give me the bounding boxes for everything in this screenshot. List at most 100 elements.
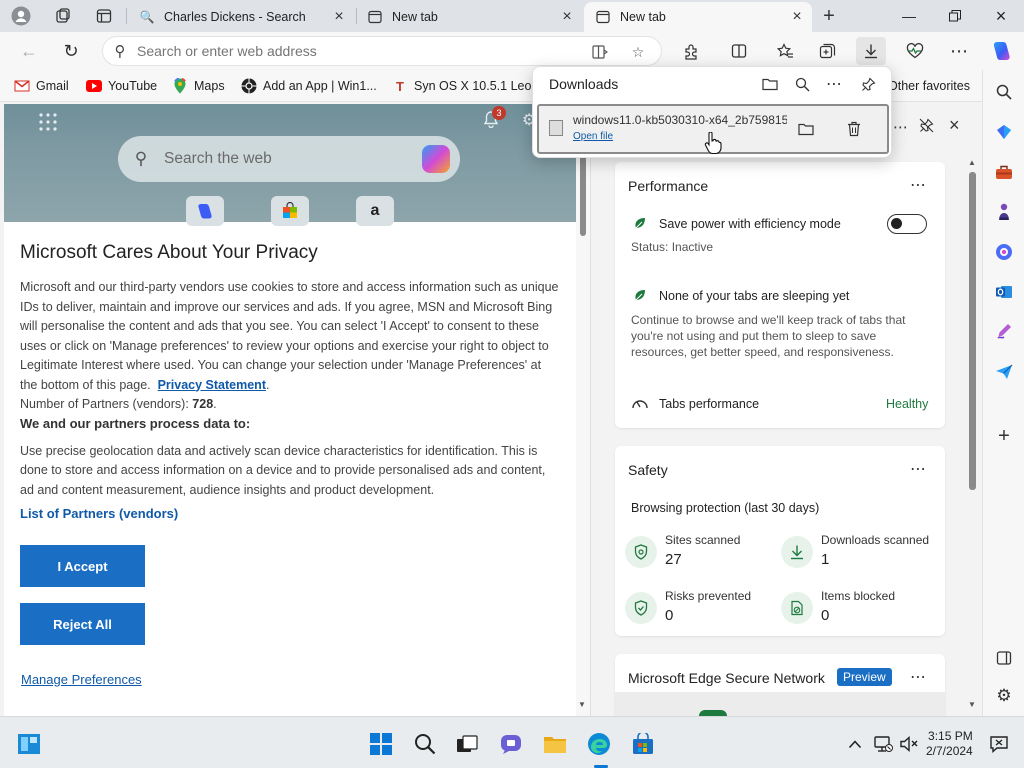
reject-all-button[interactable]: Reject All [20, 603, 145, 645]
show-hidden-icons-chevron-icon[interactable] [842, 731, 868, 757]
hero-banner: 3 ⚙ ⚲ Search the web a [4, 104, 576, 226]
outlook-icon[interactable] [992, 280, 1016, 304]
scroll-down-arrow[interactable]: ▼ [578, 700, 586, 709]
scroll-down-arrow[interactable]: ▼ [968, 700, 976, 709]
settings-more-icon[interactable]: ⋯ [944, 37, 974, 65]
copilot-icon[interactable] [986, 37, 1016, 65]
tools-icon[interactable] [992, 160, 1016, 184]
extensions-icon[interactable] [676, 37, 706, 65]
page-scrollbar[interactable]: ▲ ▼ [576, 104, 590, 716]
drop-send-icon[interactable] [992, 360, 1016, 384]
system-clock[interactable]: 3:15 PM 2/7/2024 [926, 729, 973, 759]
downloads-icon[interactable] [856, 37, 886, 65]
search-downloads-icon[interactable] [791, 74, 813, 94]
sidebar-settings-gear-icon[interactable]: ⚙ [992, 684, 1016, 708]
open-file-link[interactable]: Open file [573, 131, 613, 142]
app-launcher-icon[interactable] [38, 112, 58, 137]
list-of-partners-link[interactable]: List of Partners (vendors) [20, 506, 560, 521]
close-panel-icon[interactable]: × [949, 115, 960, 136]
shopping-icon[interactable] [992, 120, 1016, 144]
back-icon[interactable]: ← [14, 37, 44, 65]
newtab-icon [368, 10, 382, 24]
web-search-box[interactable]: ⚲ Search the web [118, 136, 460, 182]
gmail-icon [14, 79, 30, 93]
address-input[interactable] [137, 43, 567, 59]
favorite-star-icon[interactable]: ☆ [627, 42, 649, 62]
fav-label: Maps [194, 79, 225, 93]
downloads-more-icon[interactable]: ⋯ [823, 74, 845, 94]
new-tab-plus-icon[interactable]: + [816, 4, 842, 28]
quick-link-copilot[interactable] [186, 196, 224, 226]
accept-button[interactable]: I Accept [20, 545, 145, 587]
quick-link-amazon[interactable]: a [356, 196, 394, 226]
store-icon[interactable] [630, 731, 656, 757]
tab-charles-dickens[interactable]: 🔍 Charles Dickens - Search × [128, 2, 354, 32]
scroll-thumb[interactable] [969, 172, 976, 490]
pin-downloads-icon[interactable] [857, 74, 879, 94]
minimize-icon[interactable]: — [886, 0, 932, 32]
panel-scrollbar[interactable]: ▲ ▼ [965, 158, 979, 709]
close-window-icon[interactable]: × [978, 0, 1024, 32]
fav-syn-os[interactable]: Т Syn OS X 10.5.1 Leo... [392, 76, 542, 96]
privacy-statement-link[interactable]: Privacy Statement [158, 378, 266, 392]
fav-add-an-app[interactable]: Add an App | Win1... [241, 76, 377, 96]
tab-new-tab-1[interactable]: New tab × [356, 2, 582, 32]
close-tab-icon[interactable]: × [330, 8, 348, 26]
tab-new-tab-active[interactable]: New tab × [584, 2, 812, 32]
tabs-performance-label[interactable]: Tabs performance [659, 397, 759, 411]
performance-more-icon[interactable]: ⋯ [910, 175, 927, 195]
delete-download-icon[interactable] [841, 116, 867, 142]
partners-count: Number of Partners (vendors): 728. [20, 397, 217, 411]
collections-icon[interactable] [50, 4, 76, 28]
safety-subtitle: Browsing protection (last 30 days) [631, 501, 820, 515]
more-options-icon[interactable]: ⋯ [893, 118, 908, 136]
split-screen-icon[interactable] [724, 37, 754, 65]
open-downloads-folder-icon[interactable] [759, 74, 781, 94]
close-tab-icon[interactable]: × [788, 8, 806, 26]
profile-icon[interactable] [8, 4, 34, 28]
restore-icon[interactable] [932, 0, 978, 32]
task-view-icon[interactable] [454, 731, 480, 757]
manage-preferences-link[interactable]: Manage Preferences [21, 672, 142, 687]
copilot-hub-icon[interactable] [992, 240, 1016, 264]
browser-essentials-icon[interactable] [900, 37, 930, 65]
tab-title: Charles Dickens - Search [164, 10, 306, 24]
notification-center-icon[interactable] [986, 731, 1012, 757]
copilot-icon[interactable] [422, 145, 450, 173]
close-tab-icon[interactable]: × [558, 8, 576, 26]
stat-label: Items blocked [821, 589, 896, 603]
refresh-icon[interactable]: ↻ [56, 37, 86, 65]
edge-browser-icon[interactable] [586, 731, 612, 757]
pin-panel-icon[interactable] [919, 118, 934, 137]
fav-youtube[interactable]: YouTube [86, 76, 157, 96]
fav-gmail[interactable]: Gmail [14, 76, 69, 96]
fav-label: Gmail [36, 79, 69, 93]
secure-network-more-icon[interactable]: ⋯ [910, 667, 927, 687]
scroll-up-arrow[interactable]: ▲ [968, 158, 976, 167]
immersive-reader-icon[interactable] [589, 42, 611, 62]
games-icon[interactable] [992, 200, 1016, 224]
safety-more-icon[interactable]: ⋯ [910, 459, 927, 479]
show-in-folder-icon[interactable] [793, 116, 819, 142]
network-icon[interactable] [870, 731, 896, 757]
hide-sidebar-icon[interactable] [992, 646, 1016, 670]
fav-maps[interactable]: Maps [172, 76, 225, 96]
tab-actions-icon[interactable] [91, 4, 117, 28]
address-row: ← ↻ ⚲ ☆ ⋯ [0, 32, 1024, 70]
search-icon[interactable] [992, 80, 1016, 104]
file-explorer-icon[interactable] [542, 731, 568, 757]
safety-title: Safety [628, 462, 668, 478]
efficiency-mode-toggle[interactable] [887, 214, 927, 234]
favorites-icon[interactable] [770, 37, 800, 65]
volume-muted-icon[interactable] [896, 731, 922, 757]
address-bar[interactable]: ⚲ ☆ [102, 36, 662, 66]
search-icon[interactable] [412, 731, 438, 757]
collections-icon[interactable] [812, 37, 842, 65]
designer-icon[interactable] [992, 320, 1016, 344]
widgets-icon[interactable] [16, 731, 42, 757]
add-sidebar-app-icon[interactable]: + [992, 424, 1016, 448]
start-windows-icon[interactable] [368, 731, 394, 757]
quick-link-store[interactable] [271, 196, 309, 226]
other-favorites[interactable]: Other favorites [888, 76, 970, 96]
teams-chat-icon[interactable] [498, 731, 524, 757]
